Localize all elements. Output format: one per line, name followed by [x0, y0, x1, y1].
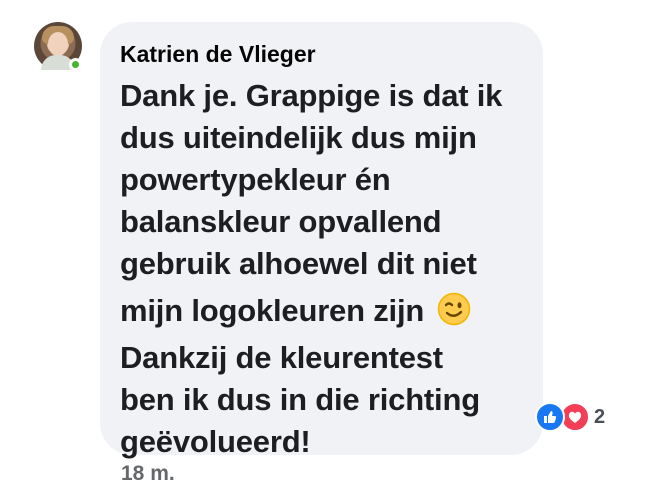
message-line: powertypekleur én — [120, 162, 391, 197]
comment-message: Dank je. Grappige is dat ik dus uiteinde… — [120, 75, 523, 463]
message-line: ben ik dus in die richting — [120, 382, 480, 417]
comment-bubble: Katrien de Vlieger Dank je. Grappige is … — [100, 22, 543, 459]
reaction-count: 2 — [594, 405, 606, 428]
winking-face-icon — [437, 292, 470, 326]
online-status-indicator — [69, 58, 82, 71]
like-icon — [535, 402, 565, 432]
message-line: gebruik alhoewel dit niet — [120, 246, 477, 281]
message-line: geëvolueerd! — [120, 424, 311, 459]
comment-timestamp[interactable]: 18 m. — [121, 462, 175, 486]
message-line: Dankzij de kleurentest — [120, 340, 443, 375]
avatar-face — [48, 32, 68, 56]
message-line: Dank je. Grappige is dat ik — [120, 78, 503, 113]
message-line: mijn logokleuren zijn — [120, 293, 425, 328]
message-line: balanskleur opvallend — [120, 204, 442, 239]
heart-icon — [568, 411, 582, 423]
thumbs-up-icon — [544, 411, 557, 423]
reactions-summary[interactable]: 2 — [535, 402, 605, 432]
comment-container: Katrien de Vlieger Dank je. Grappige is … — [0, 0, 650, 490]
comment-author[interactable]: Katrien de Vlieger — [120, 40, 523, 68]
message-line-with-emoji: mijn logokleuren zijn — [120, 285, 523, 337]
message-line: dus uiteindelijk dus mijn — [120, 120, 477, 155]
